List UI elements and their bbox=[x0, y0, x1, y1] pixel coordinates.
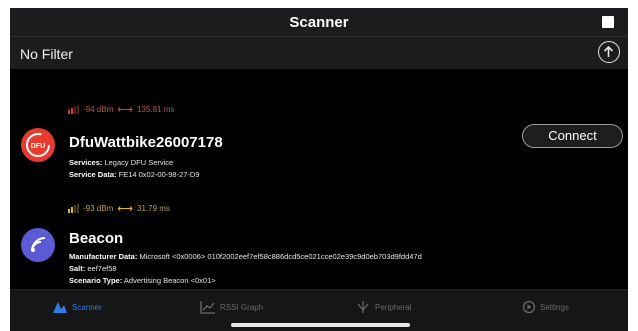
rssi-value: -94 dBm bbox=[83, 105, 114, 114]
peripheral-icon bbox=[357, 301, 369, 313]
device-manufacturer-data: Manufacturer Data: Microsoft <0x0006> 01… bbox=[69, 252, 422, 261]
tab-label: Settings bbox=[540, 302, 569, 312]
arrow-up-circle-icon[interactable] bbox=[598, 41, 620, 63]
tab-scanner[interactable]: Scanner bbox=[52, 300, 102, 314]
home-indicator bbox=[231, 323, 410, 327]
filter-bar[interactable]: No Filter bbox=[10, 37, 628, 69]
dfu-device-icon: DFU bbox=[21, 128, 55, 162]
svg-text:DFU: DFU bbox=[31, 143, 45, 150]
settings-icon bbox=[522, 300, 536, 314]
signal-row: -94 dBm ⟷ 135.81 ms bbox=[68, 103, 174, 116]
page-title: Scanner bbox=[289, 14, 349, 31]
device-list[interactable]: -94 dBm ⟷ 135.81 ms DFU DfuWattbike26007… bbox=[10, 70, 628, 290]
tab-rssi-graph[interactable]: RSSI Graph bbox=[200, 300, 263, 314]
interval-value: 135.81 ms bbox=[137, 105, 175, 114]
tab-label: Peripheral bbox=[375, 302, 412, 312]
navigation-bar: Scanner bbox=[10, 8, 628, 37]
interval-arrows-icon: ⟷ bbox=[117, 104, 134, 116]
signal-strength-icon bbox=[68, 105, 79, 114]
device-scenario-type: Scenario Type: Advertising Beacon <0x01> bbox=[69, 276, 216, 285]
device-service-data: Service Data: FE14 0x02-00-98-27-D9 bbox=[69, 170, 200, 179]
scanner-icon bbox=[53, 302, 67, 313]
connect-button[interactable]: Connect bbox=[522, 124, 623, 148]
signal-strength-icon bbox=[68, 204, 79, 213]
device-name: Beacon bbox=[69, 230, 124, 247]
stop-scan-icon[interactable] bbox=[602, 16, 614, 28]
app-screen: Scanner No Filter -94 dBm ⟷ 135.81 ms DF… bbox=[10, 8, 628, 331]
graph-icon bbox=[200, 301, 215, 314]
tab-peripheral[interactable]: Peripheral bbox=[355, 300, 411, 314]
device-services: Services: Legacy DFU Service bbox=[69, 158, 174, 167]
device-salt: Salt: eef7ef58 bbox=[69, 264, 117, 273]
tab-settings[interactable]: Settings bbox=[522, 300, 569, 314]
filter-label[interactable]: No Filter bbox=[20, 46, 73, 62]
signal-row: -93 dBm ⟷ 31.79 ms bbox=[68, 202, 170, 215]
tab-label: Scanner bbox=[72, 302, 102, 312]
interval-value: 31.79 ms bbox=[137, 204, 170, 213]
rssi-value: -93 dBm bbox=[83, 204, 114, 213]
tab-label: RSSI Graph bbox=[220, 302, 264, 312]
beacon-device-icon bbox=[21, 228, 55, 262]
interval-arrows-icon: ⟷ bbox=[117, 203, 134, 215]
device-name: DfuWattbike26007178 bbox=[69, 134, 223, 151]
